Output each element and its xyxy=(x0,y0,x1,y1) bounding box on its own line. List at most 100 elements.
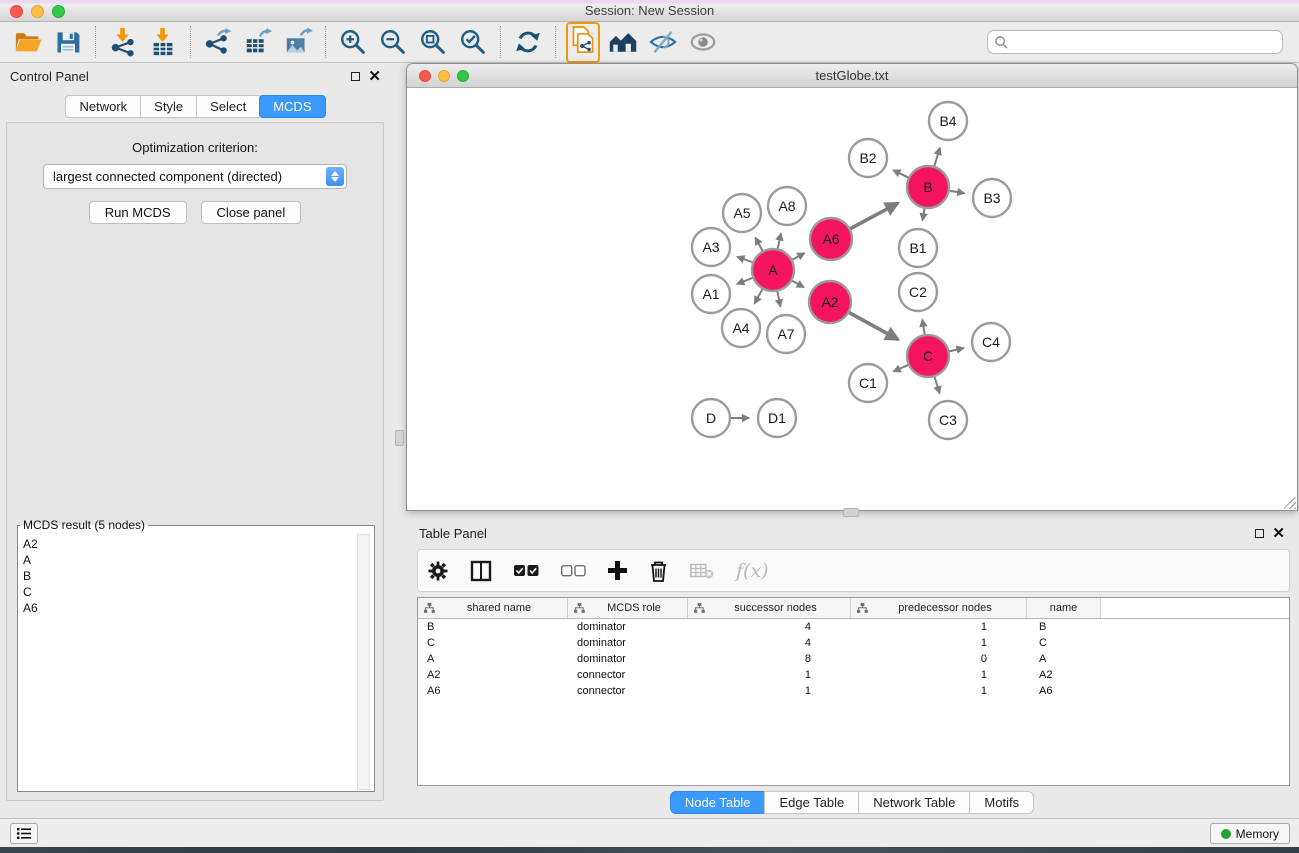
column-header-shared-name[interactable]: shared name xyxy=(418,598,568,618)
export-image-icon[interactable] xyxy=(278,24,318,60)
export-table-icon[interactable] xyxy=(238,24,278,60)
table-cell[interactable]: A2 xyxy=(1027,669,1101,681)
network-maximize-button[interactable] xyxy=(457,70,469,82)
table-cell[interactable]: 0 xyxy=(851,653,1027,665)
table-cell[interactable]: 1 xyxy=(851,685,1027,697)
close-panel-icon[interactable]: ✕ xyxy=(368,72,381,81)
table-cell[interactable]: A6 xyxy=(1027,685,1101,697)
graph-edge-B-B4[interactable] xyxy=(934,148,939,166)
zoom-out-icon[interactable] xyxy=(373,24,413,60)
graph-edge-C-C1[interactable] xyxy=(894,365,908,371)
table-cell[interactable]: 1 xyxy=(851,621,1027,633)
table-cell[interactable]: connector xyxy=(568,685,688,697)
optimization-criterion-select[interactable]: largest connected component (directed) xyxy=(43,164,347,189)
graph-node-A7[interactable]: A7 xyxy=(767,315,805,353)
graph-node-A4[interactable]: A4 xyxy=(722,309,760,347)
search-input[interactable] xyxy=(987,30,1283,54)
mcds-result-list[interactable]: A2ABCA6 xyxy=(19,534,356,790)
zoom-fit-icon[interactable] xyxy=(413,24,453,60)
graph-edge-B-B3[interactable] xyxy=(950,191,965,194)
graph-edge-A2-C[interactable] xyxy=(849,313,898,340)
graph-node-C1[interactable]: C1 xyxy=(849,364,887,402)
table-cell[interactable]: dominator xyxy=(568,637,688,649)
table-cell[interactable]: A xyxy=(1027,653,1101,665)
table-cell[interactable]: dominator xyxy=(568,621,688,633)
table-cell[interactable]: 4 xyxy=(688,637,851,649)
graph-edge-A-A7[interactable] xyxy=(777,292,780,307)
graph-edge-B-B2[interactable] xyxy=(893,170,908,177)
mcds-result-item[interactable]: A2 xyxy=(23,536,356,552)
float-table-panel-icon[interactable] xyxy=(1255,529,1264,538)
node-table[interactable]: shared nameMCDS rolesuccessor nodesprede… xyxy=(417,597,1290,786)
table-cell[interactable]: connector xyxy=(568,669,688,681)
add-column-icon[interactable] xyxy=(608,561,627,580)
deselect-all-rows-icon[interactable] xyxy=(561,565,586,577)
table-cell[interactable]: C xyxy=(1027,637,1101,649)
table-cell[interactable]: 8 xyxy=(688,653,851,665)
graph-edge-A-A3[interactable] xyxy=(737,257,752,263)
table-row-A6[interactable]: A6connector11A6 xyxy=(418,683,1289,699)
graph-edge-A6-B[interactable] xyxy=(850,203,898,229)
table-cell[interactable]: B xyxy=(1027,621,1101,633)
column-view-icon[interactable] xyxy=(470,560,492,582)
zoom-selected-icon[interactable] xyxy=(453,24,493,60)
task-history-button[interactable] xyxy=(10,823,38,844)
graph-node-D[interactable]: D xyxy=(692,399,730,437)
graph-edge-A-A5[interactable] xyxy=(755,238,762,251)
network-minimize-button[interactable] xyxy=(438,70,450,82)
graph-edge-B-B1[interactable] xyxy=(923,209,925,221)
network-canvas[interactable]: B4B2BB3A8A5A6A3B1AC2A1A2A4A7C4CC1DD1C3 xyxy=(407,88,1297,510)
table-cell[interactable]: 1 xyxy=(851,637,1027,649)
save-session-icon[interactable] xyxy=(48,24,88,60)
graph-node-C2[interactable]: C2 xyxy=(899,273,937,311)
graph-edge-A-A8[interactable] xyxy=(778,233,781,248)
table-cell[interactable]: A6 xyxy=(418,685,568,697)
delete-column-trash-icon[interactable] xyxy=(649,560,668,582)
table-tab-motifs[interactable]: Motifs xyxy=(969,791,1034,814)
graph-edge-C-C4[interactable] xyxy=(949,348,963,351)
memory-button[interactable]: Memory xyxy=(1210,823,1290,844)
table-tab-network-table[interactable]: Network Table xyxy=(858,791,970,814)
mcds-result-scrollbar[interactable] xyxy=(357,534,370,790)
table-tab-edge-table[interactable]: Edge Table xyxy=(764,791,859,814)
graph-edge-C-C3[interactable] xyxy=(935,377,940,393)
table-cell[interactable]: 1 xyxy=(688,685,851,697)
table-row-A[interactable]: Adominator80A xyxy=(418,651,1289,667)
graph-node-A2[interactable]: A2 xyxy=(809,281,851,323)
vertical-splitter-handle[interactable] xyxy=(395,430,404,446)
mcds-result-item[interactable]: B xyxy=(23,568,356,584)
select-all-rows-icon[interactable] xyxy=(514,565,539,577)
graph-node-B2[interactable]: B2 xyxy=(849,139,887,177)
graph-node-C3[interactable]: C3 xyxy=(929,401,967,439)
table-row-A2[interactable]: A2connector11A2 xyxy=(418,667,1289,683)
home-icon[interactable] xyxy=(603,24,643,60)
export-network-icon[interactable] xyxy=(198,24,238,60)
graph-edge-A-A2[interactable] xyxy=(792,281,804,288)
table-cell[interactable]: A2 xyxy=(418,669,568,681)
column-header-predecessor-nodes[interactable]: predecessor nodes xyxy=(851,598,1027,618)
table-cell[interactable]: 1 xyxy=(851,669,1027,681)
close-table-panel-icon[interactable]: ✕ xyxy=(1272,529,1285,538)
table-cell[interactable]: B xyxy=(418,621,568,633)
column-header-name[interactable]: name xyxy=(1027,598,1101,618)
table-row-C[interactable]: Cdominator41C xyxy=(418,635,1289,651)
graph-node-B1[interactable]: B1 xyxy=(899,229,937,267)
column-header-successor-nodes[interactable]: successor nodes xyxy=(688,598,851,618)
import-network-icon[interactable] xyxy=(103,24,143,60)
table-tab-node-table[interactable]: Node Table xyxy=(670,791,766,814)
graph-node-B[interactable]: B xyxy=(907,166,949,208)
graph-node-C[interactable]: C xyxy=(907,335,949,377)
horizontal-splitter-handle[interactable] xyxy=(843,508,859,517)
close-panel-button[interactable]: Close panel xyxy=(201,201,302,224)
graph-node-A8[interactable]: A8 xyxy=(768,187,806,225)
table-cell[interactable]: A xyxy=(418,653,568,665)
mcds-result-item[interactable]: A6 xyxy=(23,600,356,616)
graph-edge-A-A6[interactable] xyxy=(792,253,804,259)
graph-edge-C-C2[interactable] xyxy=(922,320,924,335)
table-row-B[interactable]: Bdominator41B xyxy=(418,619,1289,635)
table-cell[interactable]: dominator xyxy=(568,653,688,665)
graph-node-C4[interactable]: C4 xyxy=(972,323,1010,361)
graph-node-A6[interactable]: A6 xyxy=(810,218,852,260)
refresh-icon[interactable] xyxy=(508,24,548,60)
graph-node-B4[interactable]: B4 xyxy=(929,102,967,140)
